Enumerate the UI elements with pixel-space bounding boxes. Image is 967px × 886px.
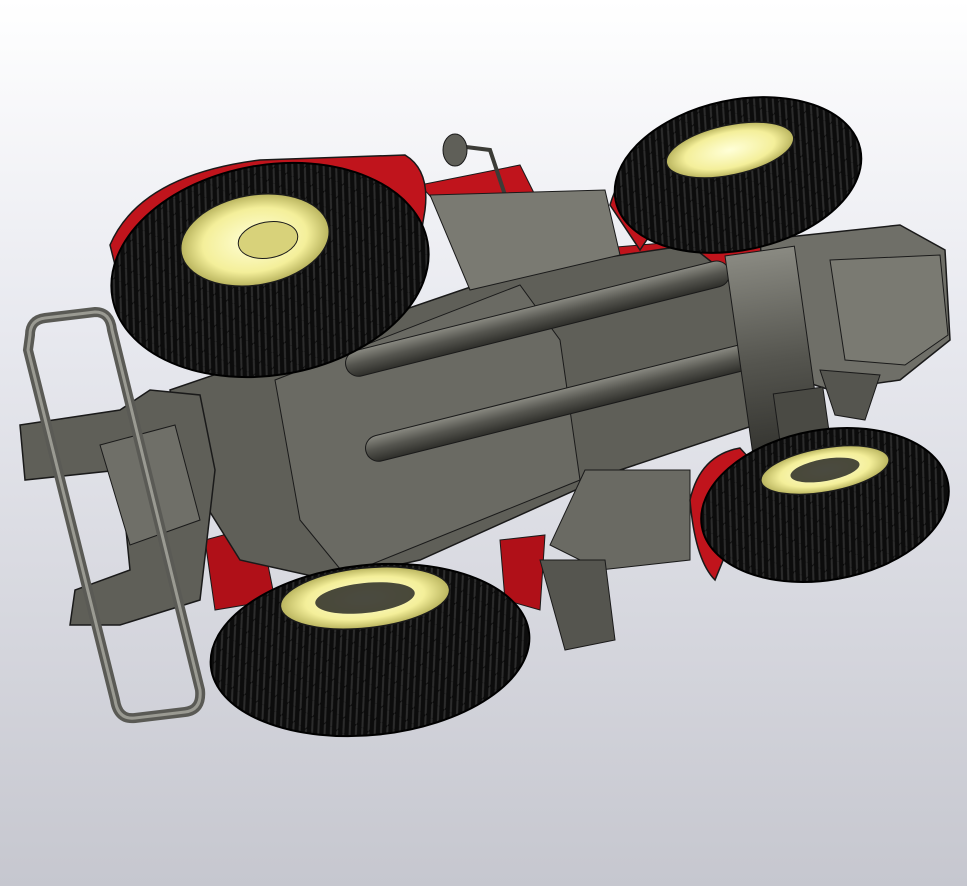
tractor-model[interactable] <box>0 0 967 886</box>
cad-viewport[interactable] <box>0 0 967 886</box>
rear-frame[interactable] <box>19 306 216 724</box>
front-wheel-bottom[interactable] <box>689 409 961 600</box>
